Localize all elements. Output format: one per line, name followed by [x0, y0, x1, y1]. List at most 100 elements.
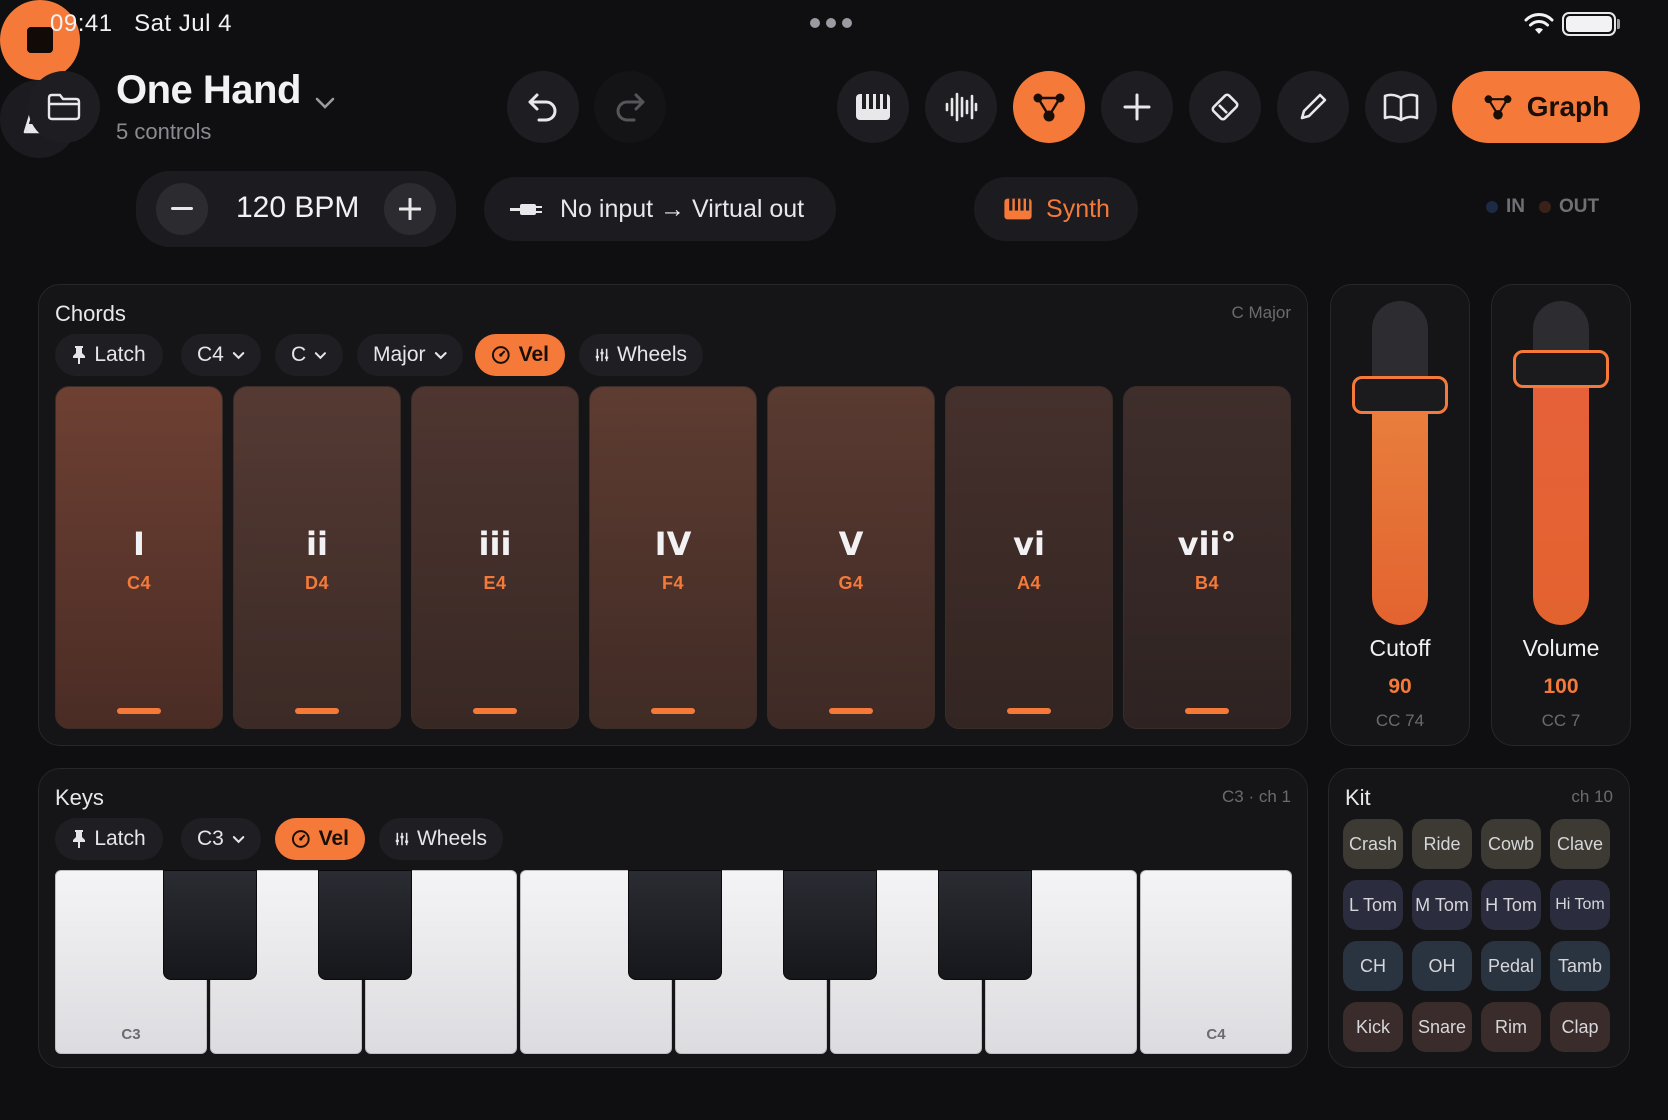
piano-icon: [856, 94, 890, 120]
chords-latch-toggle[interactable]: Latch: [55, 334, 163, 376]
chords-scale-select[interactable]: Major: [357, 334, 463, 376]
chords-velocity-toggle[interactable]: Vel: [475, 334, 565, 376]
chord-numeral: IV: [654, 525, 692, 563]
kit-title: Kit: [1345, 785, 1371, 810]
waveform-view-button[interactable]: [925, 71, 997, 143]
status-time: 09:41 Sat Jul 4: [50, 10, 232, 38]
drum-pad[interactable]: L Tom: [1343, 880, 1403, 930]
chevron-down-icon: [314, 351, 327, 359]
scale-value: Major: [373, 343, 426, 366]
book-icon: [1383, 93, 1419, 122]
chord-root-note: D4: [304, 573, 329, 593]
pin-icon: [73, 346, 86, 364]
graph-view-button[interactable]: [1013, 71, 1085, 143]
black-key[interactable]: [628, 870, 722, 980]
edit-button[interactable]: [1277, 71, 1349, 143]
redo-icon: [616, 93, 645, 122]
folder-button[interactable]: [28, 71, 100, 143]
kit-panel: Kit ch 10 Crash Ride Cowb Clave L Tom M Tom H …: [1328, 768, 1630, 1068]
keys-latch-toggle[interactable]: Latch: [55, 818, 163, 860]
undo-button[interactable]: [507, 71, 579, 143]
plus-icon: [399, 198, 421, 220]
keys-panel: Keys C3 · ch 1 Latch C3 Vel Wheels C3 C4: [38, 768, 1308, 1068]
tempo-decrease-button[interactable]: [156, 183, 208, 235]
cable-icon: [510, 204, 542, 215]
controls-count: 5 controls: [116, 119, 212, 144]
graph-button[interactable]: Graph: [1452, 71, 1640, 143]
keys-wheels-toggle[interactable]: Wheels: [379, 818, 503, 860]
chord-pad[interactable]: vi A4: [945, 386, 1113, 729]
redo-button[interactable]: [594, 71, 666, 143]
chord-numeral: ii: [306, 525, 328, 563]
black-key[interactable]: [783, 870, 877, 980]
fader-track[interactable]: [1372, 301, 1428, 625]
multitasking-dots-icon[interactable]: [810, 18, 852, 28]
drum-pad[interactable]: OH: [1412, 941, 1472, 991]
drum-pad[interactable]: H Tom: [1481, 880, 1541, 930]
chords-wheels-toggle[interactable]: Wheels: [579, 334, 703, 376]
keys-title: Keys: [55, 785, 104, 810]
eraser-button[interactable]: [1189, 71, 1261, 143]
keyboard-view-button[interactable]: [837, 71, 909, 143]
chord-numeral: V: [838, 525, 864, 563]
octave-value: C3: [197, 827, 224, 850]
fader-thumb[interactable]: [1513, 350, 1609, 388]
fader-fill: [1372, 395, 1428, 625]
drum-pad[interactable]: Crash: [1343, 819, 1403, 869]
date: Sat Jul 4: [134, 10, 232, 37]
tempo-value: 120 BPM: [236, 191, 360, 224]
chord-pad[interactable]: IV F4: [589, 386, 757, 729]
drum-pad[interactable]: Snare: [1412, 1002, 1472, 1052]
drum-pad[interactable]: CH: [1343, 941, 1403, 991]
drum-pad[interactable]: Pedal: [1481, 941, 1541, 991]
chord-pad[interactable]: V G4: [767, 386, 935, 729]
midi-out-indicator: OUT: [1539, 196, 1599, 218]
chords-root-select[interactable]: C: [275, 334, 343, 376]
chord-pad[interactable]: iii E4: [411, 386, 579, 729]
eraser-icon: [1211, 93, 1239, 121]
drum-pad[interactable]: Hi Tom: [1550, 880, 1610, 930]
drum-pad[interactable]: Clave: [1550, 819, 1610, 869]
chords-title: Chords: [55, 301, 126, 326]
chord-pad[interactable]: I C4: [55, 386, 223, 729]
midi-routing-button[interactable]: No input → Virtual out: [484, 177, 836, 241]
key-label: C3: [121, 1026, 141, 1043]
drum-pad[interactable]: Tamb: [1550, 941, 1610, 991]
drum-pad[interactable]: Ride: [1412, 819, 1472, 869]
pad-indicator: [117, 708, 161, 714]
drum-pad[interactable]: Cowb: [1481, 819, 1541, 869]
pad-indicator: [1185, 708, 1229, 714]
battery-icon: [1562, 12, 1616, 36]
black-key[interactable]: [163, 870, 257, 980]
drum-pad[interactable]: M Tom: [1412, 880, 1472, 930]
chord-pad[interactable]: ii D4: [233, 386, 401, 729]
fader-value: 90: [1388, 675, 1412, 698]
fader-cc: CC 7: [1541, 711, 1581, 730]
pad-indicator: [1007, 708, 1051, 714]
fader-thumb[interactable]: [1352, 376, 1448, 414]
chevron-down-icon: [232, 351, 245, 359]
tempo-increase-button[interactable]: [384, 183, 436, 235]
black-key[interactable]: [318, 870, 412, 980]
drum-pad[interactable]: Rim: [1481, 1002, 1541, 1052]
chevron-down-icon[interactable]: [314, 96, 336, 115]
library-button[interactable]: [1365, 71, 1437, 143]
vel-label: Vel: [518, 343, 549, 366]
black-key[interactable]: [938, 870, 1032, 980]
clock: 09:41: [50, 10, 113, 37]
white-key[interactable]: C4: [1140, 870, 1292, 1054]
page-title[interactable]: One Hand: [116, 68, 301, 113]
chord-pad[interactable]: vii° B4: [1123, 386, 1291, 729]
add-button[interactable]: [1101, 71, 1173, 143]
keys-velocity-toggle[interactable]: Vel: [275, 818, 365, 860]
drum-pad[interactable]: Kick: [1343, 1002, 1403, 1052]
folder-icon: [47, 93, 81, 121]
chord-numeral: iii: [478, 525, 512, 563]
chords-octave-select[interactable]: C4: [181, 334, 261, 376]
drum-pad[interactable]: Clap: [1550, 1002, 1610, 1052]
instrument-button[interactable]: Synth: [974, 177, 1138, 241]
pencil-icon: [1300, 93, 1327, 120]
fader-value: 100: [1543, 675, 1579, 698]
keys-octave-select[interactable]: C3: [181, 818, 261, 860]
tempo-control: 120 BPM: [136, 171, 456, 247]
